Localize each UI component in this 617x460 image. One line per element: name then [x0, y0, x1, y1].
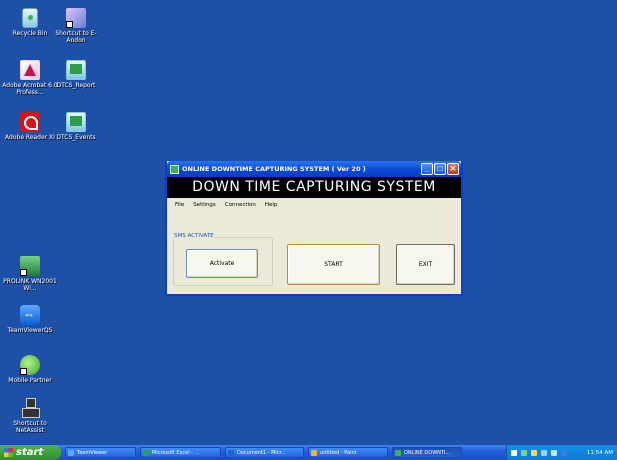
help-icon[interactable]	[511, 449, 517, 456]
close-button[interactable]: ✕	[447, 163, 459, 175]
clock: 11:54 AM	[586, 449, 613, 456]
teamviewer-icon	[20, 305, 40, 325]
desktop-icon-prolink[interactable]: PROLINK WN2001 Wi...	[2, 256, 58, 292]
volume-icon[interactable]	[541, 449, 547, 456]
desktop-icon-dtcs-report[interactable]: DTCS_Report	[48, 60, 104, 89]
desktop-icon-teamviewer[interactable]: TeamViewerQS	[2, 305, 58, 334]
maximize-button[interactable]: □	[434, 163, 446, 175]
teamviewer-tray-icon[interactable]	[561, 449, 567, 456]
desktop: Recycle Bin Shortcut to E-Andon Adobe Ac…	[0, 0, 617, 445]
network-icon[interactable]	[521, 449, 527, 456]
taskbar-item-downtime[interactable]: ONLINE DOWNTI...	[392, 447, 462, 458]
sms-activate-label: SMS ACTIVATE	[173, 233, 215, 239]
desktop-icon-label: DTCS_Report	[56, 82, 96, 89]
adobe-acrobat-icon	[20, 60, 40, 80]
app-icon	[170, 164, 179, 174]
desktop-icon-label: DTCS_Events	[56, 134, 96, 141]
mobile-partner-icon	[20, 355, 40, 375]
app-banner: DOWN TIME CAPTURING SYSTEM	[167, 177, 461, 198]
dtcs-report-icon	[66, 60, 86, 80]
taskbar-item-label: Microsoft Excel - ...	[152, 449, 200, 456]
connection-icon[interactable]	[551, 449, 557, 456]
app-icon	[395, 449, 401, 456]
menu-settings[interactable]: Settings	[193, 202, 216, 208]
desktop-icon-dtcs-events[interactable]: DTCS_Events	[48, 112, 104, 141]
windows-logo-icon	[4, 448, 13, 457]
start-label: start	[16, 447, 44, 458]
desktop-icon-label: Shortcut to E-Andon	[55, 30, 97, 44]
start-menu-button[interactable]: start	[0, 445, 61, 460]
taskbar-item-label: TeamViewer	[77, 449, 108, 456]
minimize-button[interactable]: _	[421, 163, 433, 175]
taskbar-item-teamviewer[interactable]: TeamViewer	[65, 447, 136, 458]
desktop-icon-label: PROLINK WN2001 Wi...	[3, 278, 57, 292]
app-window: ONLINE DOWNTIME CAPTURING SYSTEM ( Ver 2…	[165, 161, 463, 296]
eandon-shortcut-icon	[66, 8, 86, 28]
menu-connection[interactable]: Connection	[225, 202, 256, 208]
recycle-bin-icon	[22, 8, 38, 28]
word-icon	[228, 449, 234, 456]
system-tray: 11:54 AM	[506, 445, 617, 460]
taskbar-item-label: Document1 - Micr...	[237, 449, 286, 456]
maximize-icon: □	[437, 164, 443, 173]
desktop-icon-netassist[interactable]: Shortcut to NetAssist	[2, 398, 58, 434]
desktop-icon-label: Shortcut to NetAssist	[13, 420, 47, 434]
paint-icon	[311, 449, 317, 456]
taskbar: start TeamViewer Microsoft Excel - ... D…	[0, 445, 617, 460]
exit-button[interactable]: EXIT	[396, 244, 455, 285]
desktop-icon-label: TeamViewerQS	[7, 327, 53, 334]
activate-button[interactable]: Activate	[186, 249, 258, 278]
taskbar-item-label: untitled - Paint	[320, 449, 357, 456]
dtcs-events-icon	[66, 112, 86, 132]
taskbar-item-paint[interactable]: untitled - Paint	[308, 447, 388, 458]
prolink-icon	[20, 256, 40, 276]
teamviewer-icon	[68, 449, 74, 456]
menu-bar: File Settings Connection Help	[167, 198, 461, 211]
menu-help[interactable]: Help	[265, 202, 278, 208]
desktop-icon-label: Mobile Partner	[8, 377, 52, 384]
menu-file[interactable]: File	[175, 202, 184, 208]
taskbar-item-label: ONLINE DOWNTI...	[404, 449, 451, 456]
excel-icon	[143, 449, 149, 456]
security-icon[interactable]	[531, 449, 537, 456]
taskbar-item-excel[interactable]: Microsoft Excel - ...	[140, 447, 221, 458]
netassist-icon	[20, 398, 40, 418]
close-icon: ✕	[449, 164, 457, 173]
start-button[interactable]: START	[287, 244, 380, 285]
window-titlebar[interactable]: ONLINE DOWNTIME CAPTURING SYSTEM ( Ver 2…	[167, 161, 461, 177]
window-title: ONLINE DOWNTIME CAPTURING SYSTEM ( Ver 2…	[182, 165, 366, 173]
desktop-icon-eandon[interactable]: Shortcut to E-Andon	[48, 8, 104, 44]
minimize-icon: _	[424, 164, 430, 173]
taskbar-item-word[interactable]: Document1 - Micr...	[225, 447, 304, 458]
adobe-reader-icon	[20, 112, 40, 132]
desktop-icon-mobile-partner[interactable]: Mobile Partner	[2, 355, 58, 384]
